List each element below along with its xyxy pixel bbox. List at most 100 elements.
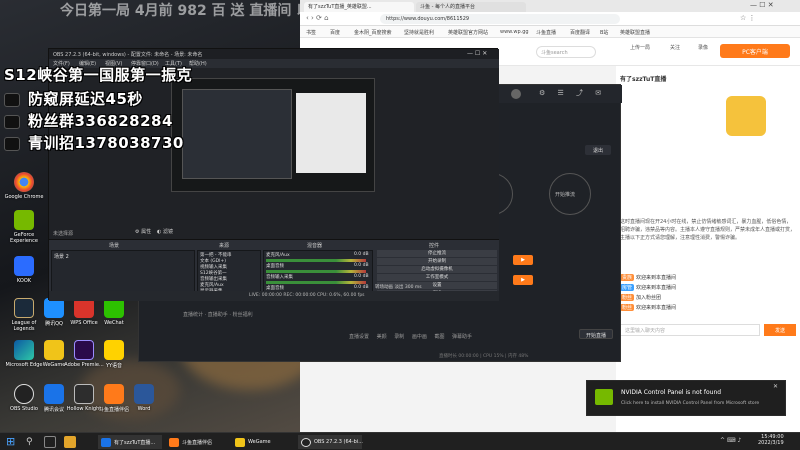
dytool-bottom-buttons[interactable]: 直播设置 美颜 录制 画中画 截图 弹幕助手 (349, 333, 472, 340)
room-side-panel: 有了szzTuT直播 这时直播间现在开24小时在线，禁止仿情绪敏感词汇，暴力血腥… (616, 66, 800, 432)
desktop-icon[interactable]: Google Chrome (4, 172, 44, 200)
task-view-icon[interactable] (44, 436, 56, 448)
bookmark[interactable]: 英雄联盟官方网站 (448, 29, 488, 36)
header-link[interactable]: 录像 (698, 44, 708, 51)
overlay-line: 粉丝群336828284 (4, 110, 173, 131)
header-link[interactable]: 关注 (670, 44, 680, 51)
dock-header-sources: 来源 (219, 243, 230, 249)
taskbar-item[interactable]: 斗鱼直播伴侣 (166, 435, 228, 449)
stream-label: 开始推流 (555, 192, 576, 198)
url-input[interactable]: https://www.douyu.com/8611529 (380, 14, 620, 24)
desktop-icon[interactable]: GeForce Experience (4, 210, 44, 244)
search-icon[interactable]: ⚲ (26, 437, 33, 447)
obs-title: OBS 27.2.3 (64-bit, windows) - 配置文件: 未命名… (49, 49, 499, 59)
taskbar-item[interactable]: OBS 27.2.3 (64-bi... (298, 435, 363, 449)
geforce-icon (14, 210, 34, 230)
transition-select[interactable]: 转场动画 淡出 300 ms (375, 284, 422, 290)
scenes-panel: 场景 2 (51, 250, 195, 294)
no-source-label: 未选择源 (53, 231, 74, 237)
obs-icon (301, 438, 311, 447)
bookmarks-bar: 书签 百度 金木阴_百度搜索 坚持就是胜利 英雄联盟官方网站 www.wp.gg… (300, 26, 800, 38)
desktop-icon[interactable]: Word (124, 384, 164, 412)
close-icon[interactable]: ✕ (773, 383, 778, 390)
league-icon (14, 298, 34, 318)
eye-icon (4, 92, 20, 107)
stop-stream-button[interactable]: 停止推流 (377, 250, 497, 257)
desktop-icon[interactable]: KOOK (4, 256, 44, 284)
toast-title: NVIDIA Control Panel is not found (621, 389, 722, 396)
dytool-icons[interactable]: ⚙ ☰ ⤴ ✉ (539, 88, 606, 98)
bookmark[interactable]: 百度 (330, 29, 340, 36)
windows-start-icon[interactable]: ⊞ (6, 436, 18, 448)
mixer-panel: 麦克风/Aux 0.0 dB 桌面音频 0.0 dB 音频输入采集 0.0 dB… (263, 250, 373, 294)
bookmark[interactable]: 百度翻译 (570, 29, 590, 36)
mixer-track-db: 0.0 dB (354, 274, 369, 279)
chat-message: 房管 欢迎来到本直播间 (620, 284, 677, 291)
chat-input[interactable]: 这里输入聊天内容 (620, 324, 760, 336)
pc-client-button[interactable]: PC客户端 (720, 44, 790, 58)
start-button[interactable]: 开始直播 (579, 329, 613, 339)
studio-mode-button[interactable]: 工作室模式 (377, 274, 497, 281)
bookmark[interactable]: 金木阴_百度搜索 (354, 29, 392, 36)
tencent-meeting-icon (44, 384, 64, 404)
bookmark[interactable]: 书签 (306, 29, 316, 36)
room-notice: 这时直播间现在开24小时在线，禁止仿情绪敏感词汇，暴力血腥，低俗色情，招聘诈骗，… (620, 219, 796, 241)
exit-button[interactable]: 退出 (585, 145, 611, 155)
dytool-left-items[interactable]: 直播统计 · 直播助手 · 粉丝福利 (183, 311, 323, 331)
bookmark[interactable]: B站 (600, 29, 608, 36)
action-button[interactable]: ▶ (513, 275, 533, 285)
browser-menu-icon[interactable]: ☆ ⋮ (740, 14, 756, 22)
obs-statusbar: LIVE: 00:00:00 REC: 00:00:00 CPU: 0.6%, … (49, 291, 499, 301)
file-explorer-icon[interactable] (64, 436, 76, 448)
overlay-line: 青训招1378038730 (4, 132, 184, 153)
wechat-icon (4, 136, 20, 151)
desktop-icon[interactable]: WeChat (94, 298, 134, 326)
douyu-icon (169, 438, 179, 447)
obs-window: OBS 27.2.3 (64-bit, windows) - 配置文件: 未命名… (48, 48, 499, 301)
clock[interactable]: 15:49:00 2022/3/19 (758, 434, 784, 446)
header-link[interactable]: 上传一局 (630, 44, 650, 51)
qq-icon (44, 298, 64, 318)
nvidia-icon (595, 389, 613, 405)
overlay-line: 防窥屏延迟45秒 (4, 88, 143, 109)
taskbar-item[interactable]: WeGame (232, 435, 294, 449)
send-button[interactable]: 发送 (764, 324, 796, 336)
dock-header-scenes: 场景 (109, 243, 120, 249)
nav-buttons[interactable]: ‹ › ⟳ ⌂ (306, 14, 329, 22)
premiere-icon (74, 340, 94, 360)
address-bar: ‹ › ⟳ ⌂ https://www.douyu.com/8611529 ☆ … (300, 12, 800, 26)
mixer-track-name: 麦克风/Aux (266, 253, 290, 258)
filters-button[interactable]: ◐ 滤镜 (157, 228, 173, 235)
bookmark[interactable]: www.wp.gg (500, 29, 529, 35)
bookmark[interactable]: 斗鱼直播 (536, 29, 556, 36)
chat-message: 粉丝 加入粉丝团 (620, 294, 662, 301)
window-controls[interactable]: — ☐ ✕ (750, 1, 774, 9)
volume-meter (266, 270, 366, 273)
virtual-camera-button[interactable]: 启动虚拟摄像机 (377, 266, 497, 273)
properties-button[interactable]: ⚙ 属性 (135, 228, 151, 235)
tray-icons[interactable]: ^ ⌨ ♪ (720, 437, 741, 444)
action-button[interactable]: ▶ (513, 255, 533, 265)
taskbar-item[interactable]: 有了szzTuT直播... (98, 435, 162, 449)
bookmark[interactable]: 坚持就是胜利 (404, 29, 434, 36)
browser-tab[interactable]: 有了szzTuT直播_英雄联盟... (304, 2, 414, 12)
notification-toast[interactable]: NVIDIA Control Panel is not found Click … (586, 380, 786, 416)
yy-icon (104, 340, 124, 360)
browser-tabbar: 有了szzTuT直播_英雄联盟... 斗鱼 - 每个人的直播平台 — ☐ ✕ (300, 0, 800, 12)
dock-header-controls: 控件 (429, 243, 440, 249)
browser-tab[interactable]: 斗鱼 - 每个人的直播平台 (416, 2, 526, 12)
gift-banner[interactable] (726, 96, 766, 136)
site-search-input[interactable]: 斗鱼search (536, 46, 596, 58)
mixer-track-name: 音频输入采集 (266, 275, 293, 280)
chrome-icon (14, 172, 34, 192)
obs-icon (14, 384, 34, 404)
scene-item[interactable]: 场景 2 (54, 253, 69, 260)
wps-icon (74, 298, 94, 318)
mixer-track-db: 0.0 dB (354, 285, 369, 290)
wegame-icon (44, 340, 64, 360)
desktop-icon[interactable]: YY语音 (94, 340, 134, 369)
start-recording-button[interactable]: 开始录制 (377, 258, 497, 265)
avatar[interactable] (511, 89, 521, 99)
obs-window-controls[interactable]: — ☐ ✕ (467, 50, 487, 57)
bookmark[interactable]: 英雄联盟直播 (620, 29, 650, 36)
